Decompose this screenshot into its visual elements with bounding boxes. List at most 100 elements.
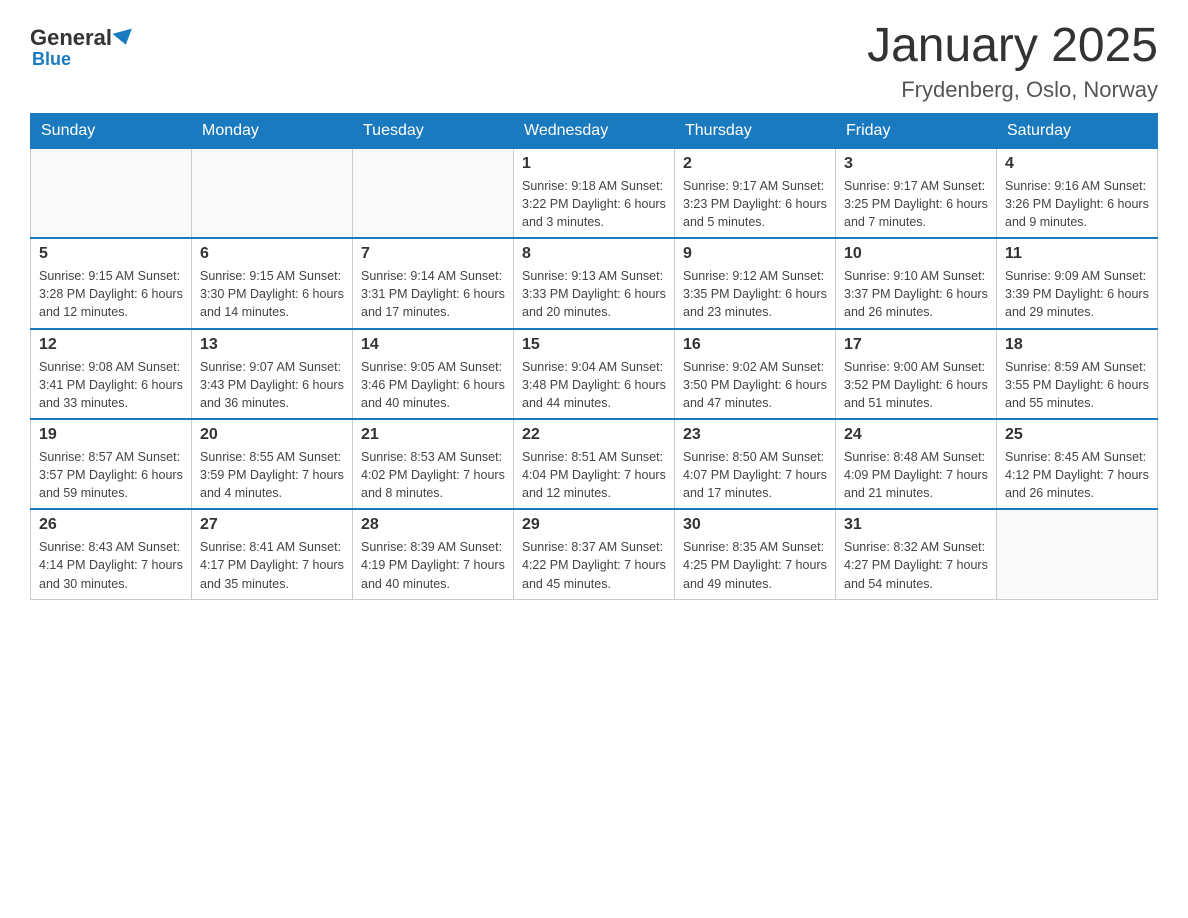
day-info: Sunrise: 8:32 AM Sunset: 4:27 PM Dayligh… bbox=[844, 538, 988, 592]
day-number: 23 bbox=[683, 426, 827, 444]
calendar-week-5: 26 Sunrise: 8:43 AM Sunset: 4:14 PM Dayli… bbox=[31, 509, 1158, 599]
day-info: Sunrise: 9:09 AM Sunset: 3:39 PM Dayligh… bbox=[1005, 267, 1149, 321]
calendar-cell: 21 Sunrise: 8:53 AM Sunset: 4:02 PM Dayli… bbox=[353, 419, 514, 509]
day-number: 15 bbox=[522, 336, 666, 354]
day-info: Sunrise: 9:17 AM Sunset: 3:23 PM Dayligh… bbox=[683, 177, 827, 231]
calendar-cell: 12Sunrise: 9:08 AM Sunset: 3:41 PM Dayli… bbox=[31, 329, 192, 419]
day-number: 5 bbox=[39, 245, 183, 263]
day-number: 19 bbox=[39, 426, 183, 444]
calendar-cell: 14Sunrise: 9:05 AM Sunset: 3:46 PM Dayli… bbox=[353, 329, 514, 419]
col-header-wednesday: Wednesday bbox=[514, 113, 675, 148]
day-number: 14 bbox=[361, 336, 505, 354]
day-number: 26 bbox=[39, 516, 183, 534]
logo-triangle-icon bbox=[112, 29, 135, 48]
day-number: 11 bbox=[1005, 245, 1149, 263]
calendar-week-2: 5 Sunrise: 9:15 AM Sunset: 3:28 PM Daylig… bbox=[31, 238, 1158, 328]
day-number: 9 bbox=[683, 245, 827, 263]
calendar-cell: 10 Sunrise: 9:10 AM Sunset: 3:37 PM Dayli… bbox=[836, 238, 997, 328]
calendar-cell: 31 Sunrise: 8:32 AM Sunset: 4:27 PM Dayli… bbox=[836, 509, 997, 599]
day-number: 4 bbox=[1005, 155, 1149, 173]
day-number: 17 bbox=[844, 336, 988, 354]
calendar-cell: 15 Sunrise: 9:04 AM Sunset: 3:48 PM Dayli… bbox=[514, 329, 675, 419]
calendar-cell: 17 Sunrise: 9:00 AM Sunset: 3:52 PM Dayli… bbox=[836, 329, 997, 419]
calendar-cell: 7 Sunrise: 9:14 AM Sunset: 3:31 PM Daylig… bbox=[353, 238, 514, 328]
calendar-cell: 25 Sunrise: 8:45 AM Sunset: 4:12 PM Dayli… bbox=[997, 419, 1158, 509]
day-number: 22 bbox=[522, 426, 666, 444]
calendar-week-4: 19 Sunrise: 8:57 AM Sunset: 3:57 PM Dayli… bbox=[31, 419, 1158, 509]
day-info: Sunrise: 9:08 AM Sunset: 3:41 PM Dayligh… bbox=[39, 358, 183, 412]
calendar-cell bbox=[353, 148, 514, 238]
day-info: Sunrise: 9:04 AM Sunset: 3:48 PM Dayligh… bbox=[522, 358, 666, 412]
col-header-saturday: Saturday bbox=[997, 113, 1158, 148]
calendar-cell: 20 Sunrise: 8:55 AM Sunset: 3:59 PM Dayli… bbox=[192, 419, 353, 509]
title-section: January 2025 Frydenberg, Oslo, Norway bbox=[867, 20, 1158, 103]
calendar-cell: 2Sunrise: 9:17 AM Sunset: 3:23 PM Daylig… bbox=[675, 148, 836, 238]
day-info: Sunrise: 8:53 AM Sunset: 4:02 PM Dayligh… bbox=[361, 448, 505, 502]
day-number: 8 bbox=[522, 245, 666, 263]
logo-general: General bbox=[30, 25, 112, 51]
day-info: Sunrise: 9:02 AM Sunset: 3:50 PM Dayligh… bbox=[683, 358, 827, 412]
calendar-cell: 6Sunrise: 9:15 AM Sunset: 3:30 PM Daylig… bbox=[192, 238, 353, 328]
day-info: Sunrise: 8:57 AM Sunset: 3:57 PM Dayligh… bbox=[39, 448, 183, 502]
day-info: Sunrise: 8:41 AM Sunset: 4:17 PM Dayligh… bbox=[200, 538, 344, 592]
calendar-header-row: SundayMondayTuesdayWednesdayThursdayFrid… bbox=[31, 113, 1158, 148]
day-info: Sunrise: 8:35 AM Sunset: 4:25 PM Dayligh… bbox=[683, 538, 827, 592]
calendar-cell: 9 Sunrise: 9:12 AM Sunset: 3:35 PM Daylig… bbox=[675, 238, 836, 328]
calendar-week-1: 1Sunrise: 9:18 AM Sunset: 3:22 PM Daylig… bbox=[31, 148, 1158, 238]
day-info: Sunrise: 9:14 AM Sunset: 3:31 PM Dayligh… bbox=[361, 267, 505, 321]
day-number: 27 bbox=[200, 516, 344, 534]
calendar-cell: 13Sunrise: 9:07 AM Sunset: 3:43 PM Dayli… bbox=[192, 329, 353, 419]
day-info: Sunrise: 8:45 AM Sunset: 4:12 PM Dayligh… bbox=[1005, 448, 1149, 502]
calendar-cell: 23 Sunrise: 8:50 AM Sunset: 4:07 PM Dayli… bbox=[675, 419, 836, 509]
calendar-cell: 24Sunrise: 8:48 AM Sunset: 4:09 PM Dayli… bbox=[836, 419, 997, 509]
calendar-title: January 2025 bbox=[867, 20, 1158, 73]
day-number: 10 bbox=[844, 245, 988, 263]
calendar-cell bbox=[31, 148, 192, 238]
day-info: Sunrise: 9:13 AM Sunset: 3:33 PM Dayligh… bbox=[522, 267, 666, 321]
day-number: 16 bbox=[683, 336, 827, 354]
day-info: Sunrise: 8:37 AM Sunset: 4:22 PM Dayligh… bbox=[522, 538, 666, 592]
calendar-cell bbox=[997, 509, 1158, 599]
calendar-cell: 30 Sunrise: 8:35 AM Sunset: 4:25 PM Dayli… bbox=[675, 509, 836, 599]
day-info: Sunrise: 9:10 AM Sunset: 3:37 PM Dayligh… bbox=[844, 267, 988, 321]
calendar-cell: 16 Sunrise: 9:02 AM Sunset: 3:50 PM Dayli… bbox=[675, 329, 836, 419]
day-number: 13 bbox=[200, 336, 344, 354]
calendar-cell: 11 Sunrise: 9:09 AM Sunset: 3:39 PM Dayli… bbox=[997, 238, 1158, 328]
day-number: 21 bbox=[361, 426, 505, 444]
day-number: 6 bbox=[200, 245, 344, 263]
day-info: Sunrise: 9:00 AM Sunset: 3:52 PM Dayligh… bbox=[844, 358, 988, 412]
calendar-cell: 3 Sunrise: 9:17 AM Sunset: 3:25 PM Daylig… bbox=[836, 148, 997, 238]
day-number: 24 bbox=[844, 426, 988, 444]
calendar-cell: 1Sunrise: 9:18 AM Sunset: 3:22 PM Daylig… bbox=[514, 148, 675, 238]
calendar-cell: 18Sunrise: 8:59 AM Sunset: 3:55 PM Dayli… bbox=[997, 329, 1158, 419]
page-header: General Blue January 2025 Frydenberg, Os… bbox=[30, 20, 1158, 103]
calendar-cell: 26 Sunrise: 8:43 AM Sunset: 4:14 PM Dayli… bbox=[31, 509, 192, 599]
day-info: Sunrise: 9:15 AM Sunset: 3:28 PM Dayligh… bbox=[39, 267, 183, 321]
col-header-sunday: Sunday bbox=[31, 113, 192, 148]
day-info: Sunrise: 8:50 AM Sunset: 4:07 PM Dayligh… bbox=[683, 448, 827, 502]
calendar-cell: 27 Sunrise: 8:41 AM Sunset: 4:17 PM Dayli… bbox=[192, 509, 353, 599]
calendar-cell bbox=[192, 148, 353, 238]
calendar-cell: 22Sunrise: 8:51 AM Sunset: 4:04 PM Dayli… bbox=[514, 419, 675, 509]
day-info: Sunrise: 8:43 AM Sunset: 4:14 PM Dayligh… bbox=[39, 538, 183, 592]
day-number: 3 bbox=[844, 155, 988, 173]
day-info: Sunrise: 8:55 AM Sunset: 3:59 PM Dayligh… bbox=[200, 448, 344, 502]
day-info: Sunrise: 9:18 AM Sunset: 3:22 PM Dayligh… bbox=[522, 177, 666, 231]
col-header-monday: Monday bbox=[192, 113, 353, 148]
day-number: 7 bbox=[361, 245, 505, 263]
day-number: 28 bbox=[361, 516, 505, 534]
day-number: 31 bbox=[844, 516, 988, 534]
calendar-subtitle: Frydenberg, Oslo, Norway bbox=[867, 77, 1158, 103]
logo-blue: Blue bbox=[32, 49, 71, 70]
day-info: Sunrise: 9:12 AM Sunset: 3:35 PM Dayligh… bbox=[683, 267, 827, 321]
day-number: 20 bbox=[200, 426, 344, 444]
day-info: Sunrise: 8:39 AM Sunset: 4:19 PM Dayligh… bbox=[361, 538, 505, 592]
calendar-cell: 29Sunrise: 8:37 AM Sunset: 4:22 PM Dayli… bbox=[514, 509, 675, 599]
day-number: 25 bbox=[1005, 426, 1149, 444]
calendar-cell: 19 Sunrise: 8:57 AM Sunset: 3:57 PM Dayli… bbox=[31, 419, 192, 509]
calendar-cell: 5 Sunrise: 9:15 AM Sunset: 3:28 PM Daylig… bbox=[31, 238, 192, 328]
day-info: Sunrise: 9:17 AM Sunset: 3:25 PM Dayligh… bbox=[844, 177, 988, 231]
day-info: Sunrise: 9:16 AM Sunset: 3:26 PM Dayligh… bbox=[1005, 177, 1149, 231]
day-number: 30 bbox=[683, 516, 827, 534]
col-header-tuesday: Tuesday bbox=[353, 113, 514, 148]
